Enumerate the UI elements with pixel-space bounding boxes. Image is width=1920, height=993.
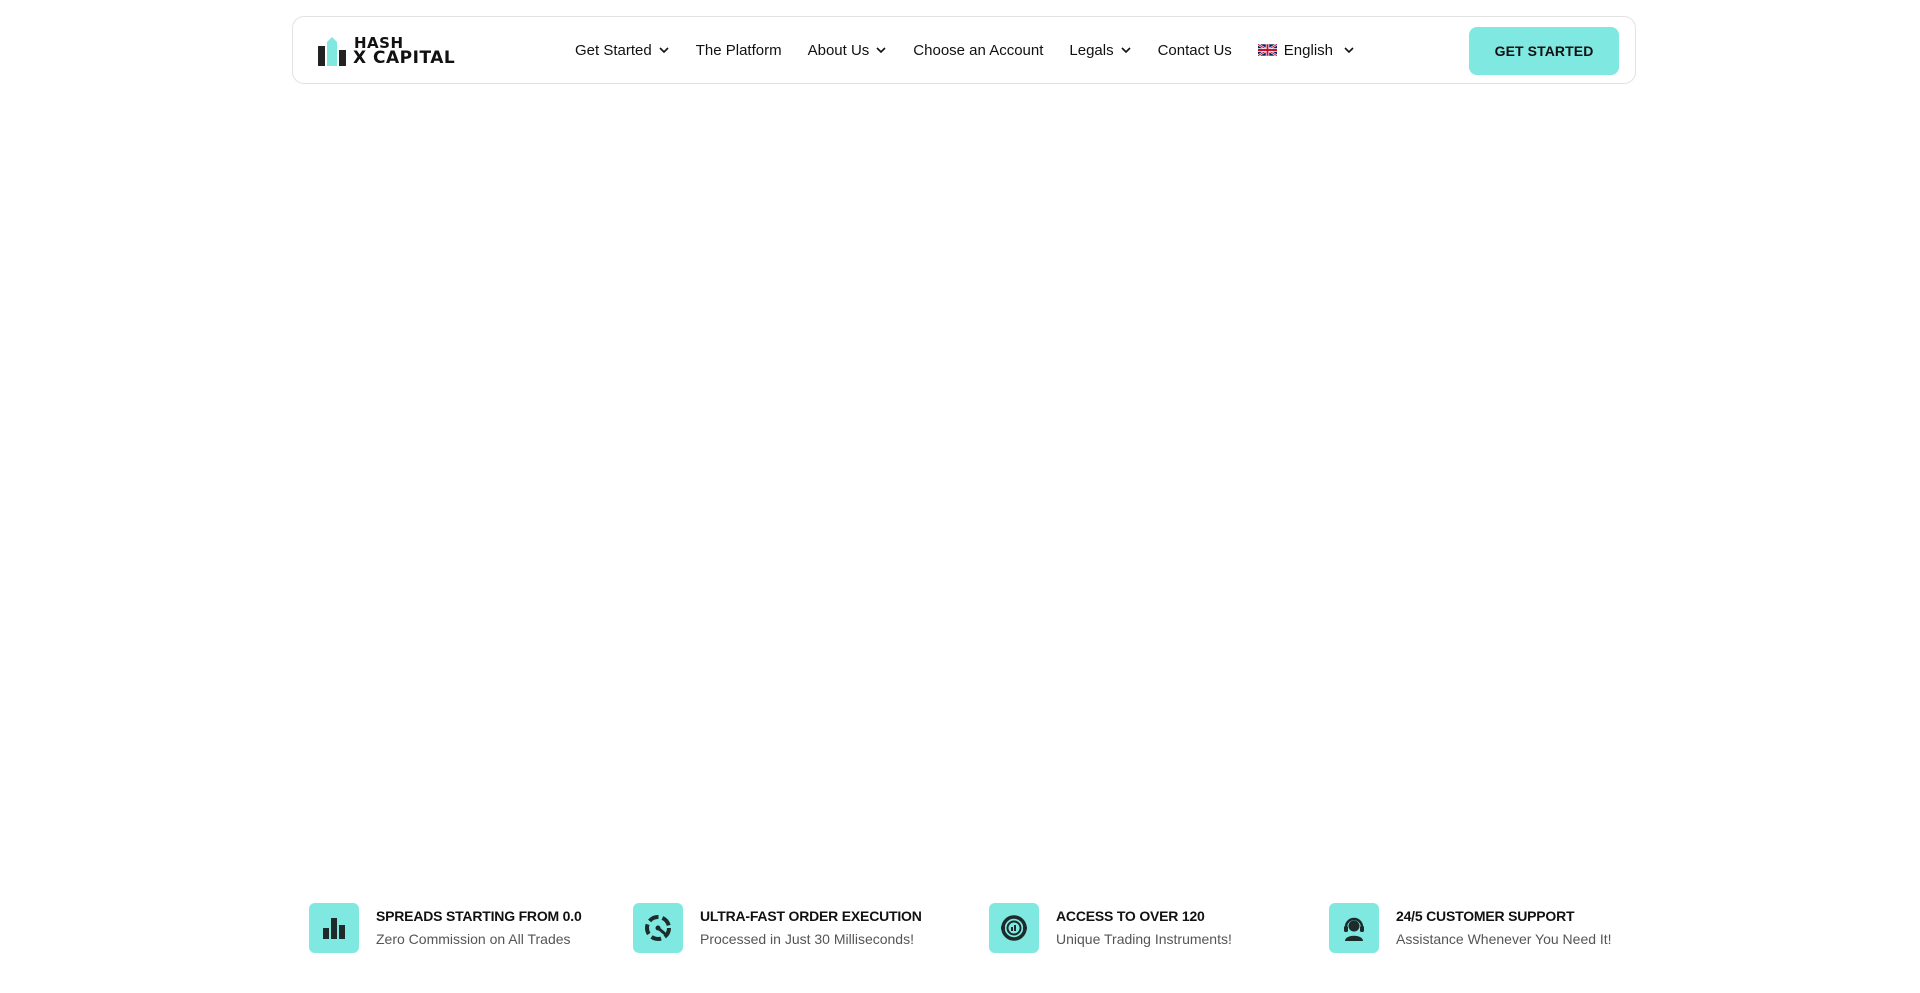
- feature-text: ACCESS TO OVER 120 Unique Trading Instru…: [1056, 906, 1232, 950]
- brand-logo[interactable]: HASH X CAPITAL: [317, 31, 455, 71]
- language-label: English: [1283, 41, 1333, 59]
- nav-item-label: Get Started: [575, 41, 652, 59]
- feature-subtitle: Unique Trading Instruments!: [1056, 931, 1232, 947]
- feature-item: SPREADS STARTING FROM 0.0 Zero Commissio…: [309, 902, 582, 954]
- feature-item: 24/5 CUSTOMER SUPPORT Assistance Wheneve…: [1329, 902, 1612, 954]
- nav-item-label: The Platform: [695, 41, 782, 59]
- nav-item-about-us[interactable]: About Us: [808, 17, 888, 83]
- nav-item-legals[interactable]: Legals: [1069, 17, 1131, 83]
- language-selector[interactable]: English: [1257, 17, 1355, 83]
- chevron-down-icon: [1121, 47, 1131, 54]
- chevron-down-icon: [1344, 47, 1354, 54]
- feature-subtitle: Processed in Just 30 Milliseconds!: [700, 931, 914, 947]
- nav-item-choose-an-account[interactable]: Choose an Account: [913, 17, 1043, 83]
- feature-title: ACCESS TO OVER 120: [1056, 908, 1205, 924]
- nav-item-get-started[interactable]: Get Started: [575, 17, 670, 83]
- page: HASH X CAPITAL Get Started The Platform …: [0, 0, 1920, 993]
- nav-item-label: Choose an Account: [913, 41, 1044, 59]
- site-header: HASH X CAPITAL Get Started The Platform …: [292, 16, 1636, 84]
- get-started-button[interactable]: GET STARTED: [1469, 27, 1619, 75]
- headset-support-icon: [1329, 903, 1379, 953]
- feature-subtitle: Assistance Whenever You Need It!: [1396, 931, 1612, 947]
- feature-text: ULTRA-FAST ORDER EXECUTION Processed in …: [700, 906, 922, 950]
- bar-chart-icon: [309, 903, 359, 953]
- feature-text: SPREADS STARTING FROM 0.0 Zero Commissio…: [376, 906, 582, 950]
- main-nav: Get Started The Platform About Us Choose…: [575, 17, 1355, 83]
- nav-item-label: About Us: [807, 41, 870, 59]
- uk-flag-icon: [1257, 44, 1277, 56]
- feature-title: 24/5 CUSTOMER SUPPORT: [1396, 908, 1575, 924]
- chevron-down-icon: [876, 47, 886, 54]
- feature-text: 24/5 CUSTOMER SUPPORT Assistance Wheneve…: [1396, 906, 1612, 950]
- feature-item: ACCESS TO OVER 120 Unique Trading Instru…: [989, 902, 1232, 954]
- chevron-down-icon: [659, 47, 669, 54]
- feature-title: SPREADS STARTING FROM 0.0: [376, 908, 582, 924]
- nav-item-the-platform[interactable]: The Platform: [696, 17, 782, 83]
- feature-subtitle: Zero Commission on All Trades: [376, 931, 571, 947]
- logo-text: HASH X CAPITAL: [353, 35, 456, 68]
- nav-item-label: Contact Us: [1157, 41, 1232, 59]
- target-chart-icon: [989, 903, 1039, 953]
- logo-line-2: X CAPITAL: [353, 47, 456, 68]
- feature-item: ULTRA-FAST ORDER EXECUTION Processed in …: [633, 902, 922, 954]
- speedometer-icon: [633, 903, 683, 953]
- nav-item-contact-us[interactable]: Contact Us: [1158, 17, 1232, 83]
- nav-item-label: Legals: [1069, 41, 1114, 59]
- feature-title: ULTRA-FAST ORDER EXECUTION: [700, 908, 922, 924]
- logo-mark-icon: [318, 37, 346, 66]
